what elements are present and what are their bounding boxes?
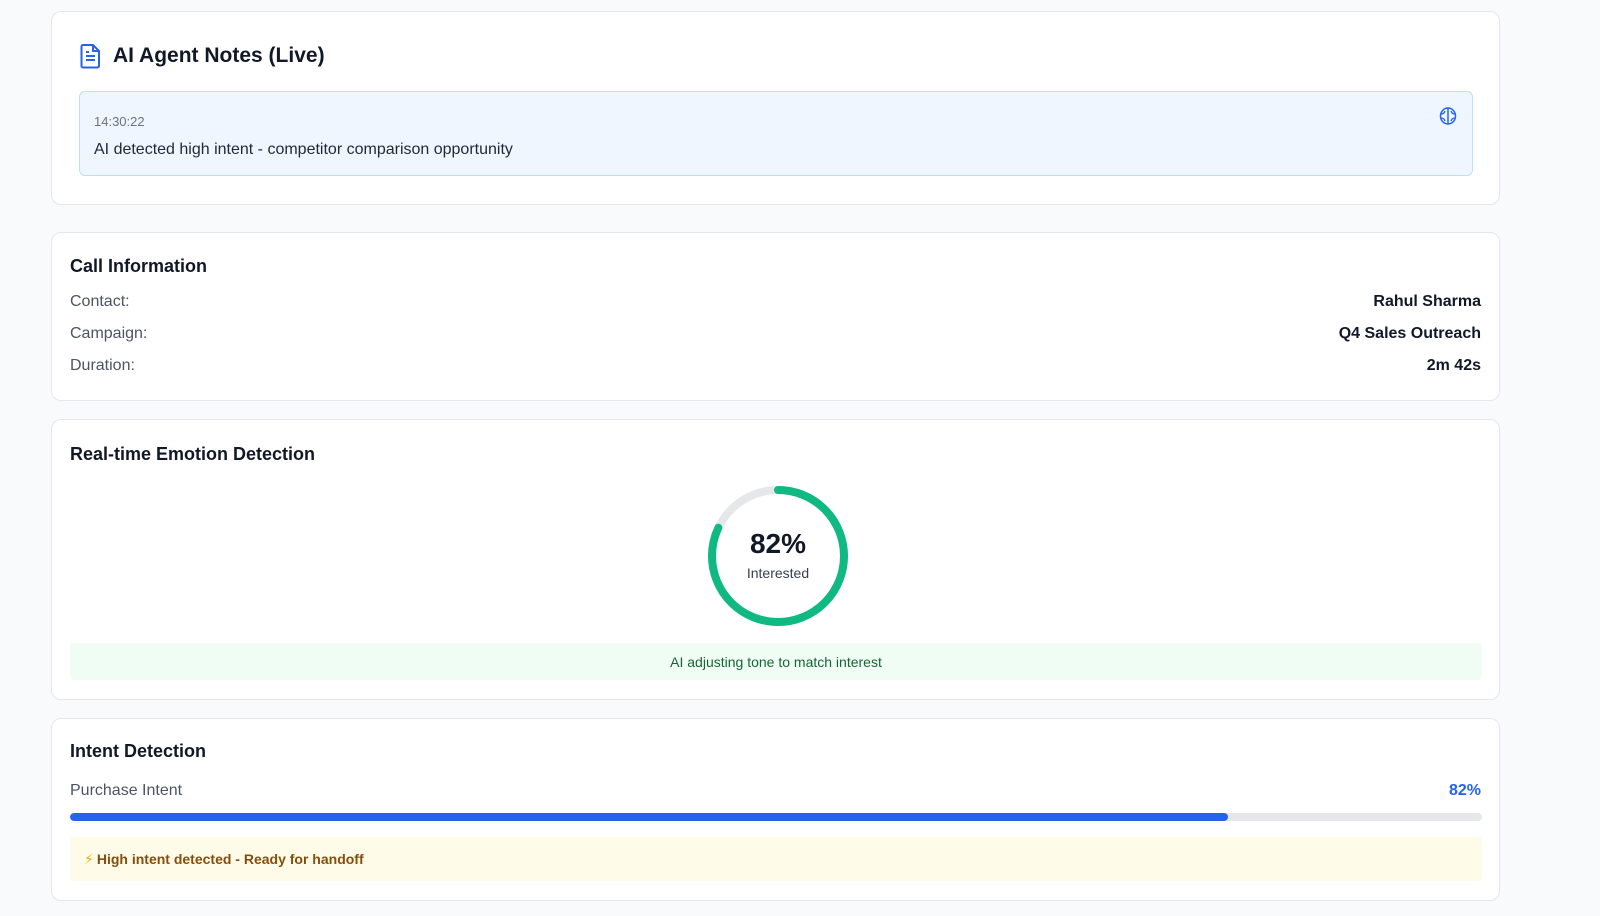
emotion-detection-card: Real-time Emotion Detection 82% Interest… [51, 419, 1500, 700]
ai-agent-notes-card: AI Agent Notes (Live) 14:30:22 AI detect… [51, 11, 1500, 205]
lightning-icon: ⚡ [84, 850, 94, 867]
note-text: AI detected high intent - competitor com… [94, 141, 513, 158]
emotion-title: Real-time Emotion Detection [70, 444, 316, 464]
document-icon [80, 43, 102, 69]
call-information-card: Call Information Contact: Rahul Sharma C… [51, 232, 1500, 401]
intent-progress-fill [70, 813, 1228, 821]
contact-row: Contact: Rahul Sharma [70, 293, 1481, 311]
brain-icon [1438, 106, 1458, 126]
intent-title: Intent Detection [70, 741, 207, 761]
duration-row: Duration: 2m 42s [70, 357, 1481, 375]
call-info-title: Call Information [70, 256, 208, 276]
note-item: 14:30:22 AI detected high intent - compe… [79, 91, 1473, 176]
duration-value: 2m 42s [1426, 357, 1481, 374]
purchase-intent-value: 82% [1448, 782, 1481, 799]
intent-progress-track [70, 813, 1482, 821]
campaign-label: Campaign: [70, 325, 148, 342]
emotion-label: Interested [746, 565, 810, 581]
emotion-gauge: 82% Interested [707, 485, 849, 627]
contact-label: Contact: [70, 293, 130, 310]
campaign-row: Campaign: Q4 Sales Outreach [70, 325, 1481, 343]
intent-alert-banner: ⚡ High intent detected - Ready for hando… [70, 837, 1482, 881]
emotion-percent: 82% [749, 528, 807, 559]
notes-header: AI Agent Notes (Live) [80, 43, 325, 69]
intent-detection-card: Intent Detection Purchase Intent 82% ⚡ H… [51, 718, 1500, 901]
duration-label: Duration: [70, 357, 135, 374]
campaign-value: Q4 Sales Outreach [1338, 325, 1481, 342]
emotion-status-banner: AI adjusting tone to match interest [70, 643, 1482, 680]
purchase-intent-label: Purchase Intent [70, 782, 183, 799]
purchase-intent-row: Purchase Intent 82% [70, 782, 1481, 800]
contact-value: Rahul Sharma [1373, 293, 1481, 310]
intent-alert-text: High intent detected - Ready for handoff [96, 851, 364, 867]
note-timestamp: 14:30:22 [94, 114, 145, 129]
notes-title: AI Agent Notes (Live) [113, 44, 325, 67]
